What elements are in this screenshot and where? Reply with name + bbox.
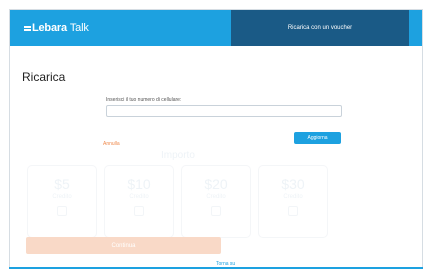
amount-label: Credito	[283, 194, 303, 200]
page-title: Ricarica	[22, 70, 66, 84]
amount-value: $30	[281, 176, 305, 192]
credit-icon	[288, 206, 298, 216]
bottom-accent-strip	[9, 267, 423, 269]
phone-number-input[interactable]	[106, 105, 342, 117]
app-frame: Lebara Talk Ricarica con un voucher Rica…	[9, 9, 423, 268]
amount-label: Credito	[206, 194, 226, 200]
amount-card-5[interactable]: $5 Credito	[27, 165, 97, 238]
voucher-link[interactable]: Ricarica con un voucher	[288, 25, 352, 31]
amount-card-20[interactable]: $20 Credito	[181, 165, 251, 238]
header-edge	[409, 10, 422, 46]
recharge-button[interactable]: Continua	[26, 237, 221, 254]
cancel-link[interactable]: Annulla	[103, 141, 120, 147]
amount-section-title: Importo	[161, 150, 195, 161]
top-header: Lebara Talk Ricarica con un voucher	[10, 10, 422, 46]
amount-card-30[interactable]: $30 Credito	[258, 165, 328, 238]
lebara-talk-logo[interactable]: Lebara Talk	[24, 22, 89, 34]
logo-suffix: Talk	[69, 22, 89, 34]
logo-text: Lebara	[32, 22, 67, 34]
voucher-tab[interactable]: Ricarica con un voucher	[231, 10, 409, 46]
header-brand-area: Lebara Talk	[10, 10, 231, 46]
amount-value: $5	[54, 176, 70, 192]
amount-value: $10	[127, 176, 151, 192]
amount-label: Credito	[52, 194, 72, 200]
amount-label: Credito	[129, 194, 149, 200]
credit-icon	[211, 206, 221, 216]
amount-value: $20	[204, 176, 228, 192]
credit-icon	[134, 206, 144, 216]
amount-card-10[interactable]: $10 Credito	[104, 165, 174, 238]
credit-icon	[57, 206, 67, 216]
logo-lines-icon	[24, 25, 31, 32]
update-button[interactable]: Aggiorna	[294, 132, 341, 144]
phone-label: Inserisci il tuo numero di cellulare:	[106, 97, 182, 103]
